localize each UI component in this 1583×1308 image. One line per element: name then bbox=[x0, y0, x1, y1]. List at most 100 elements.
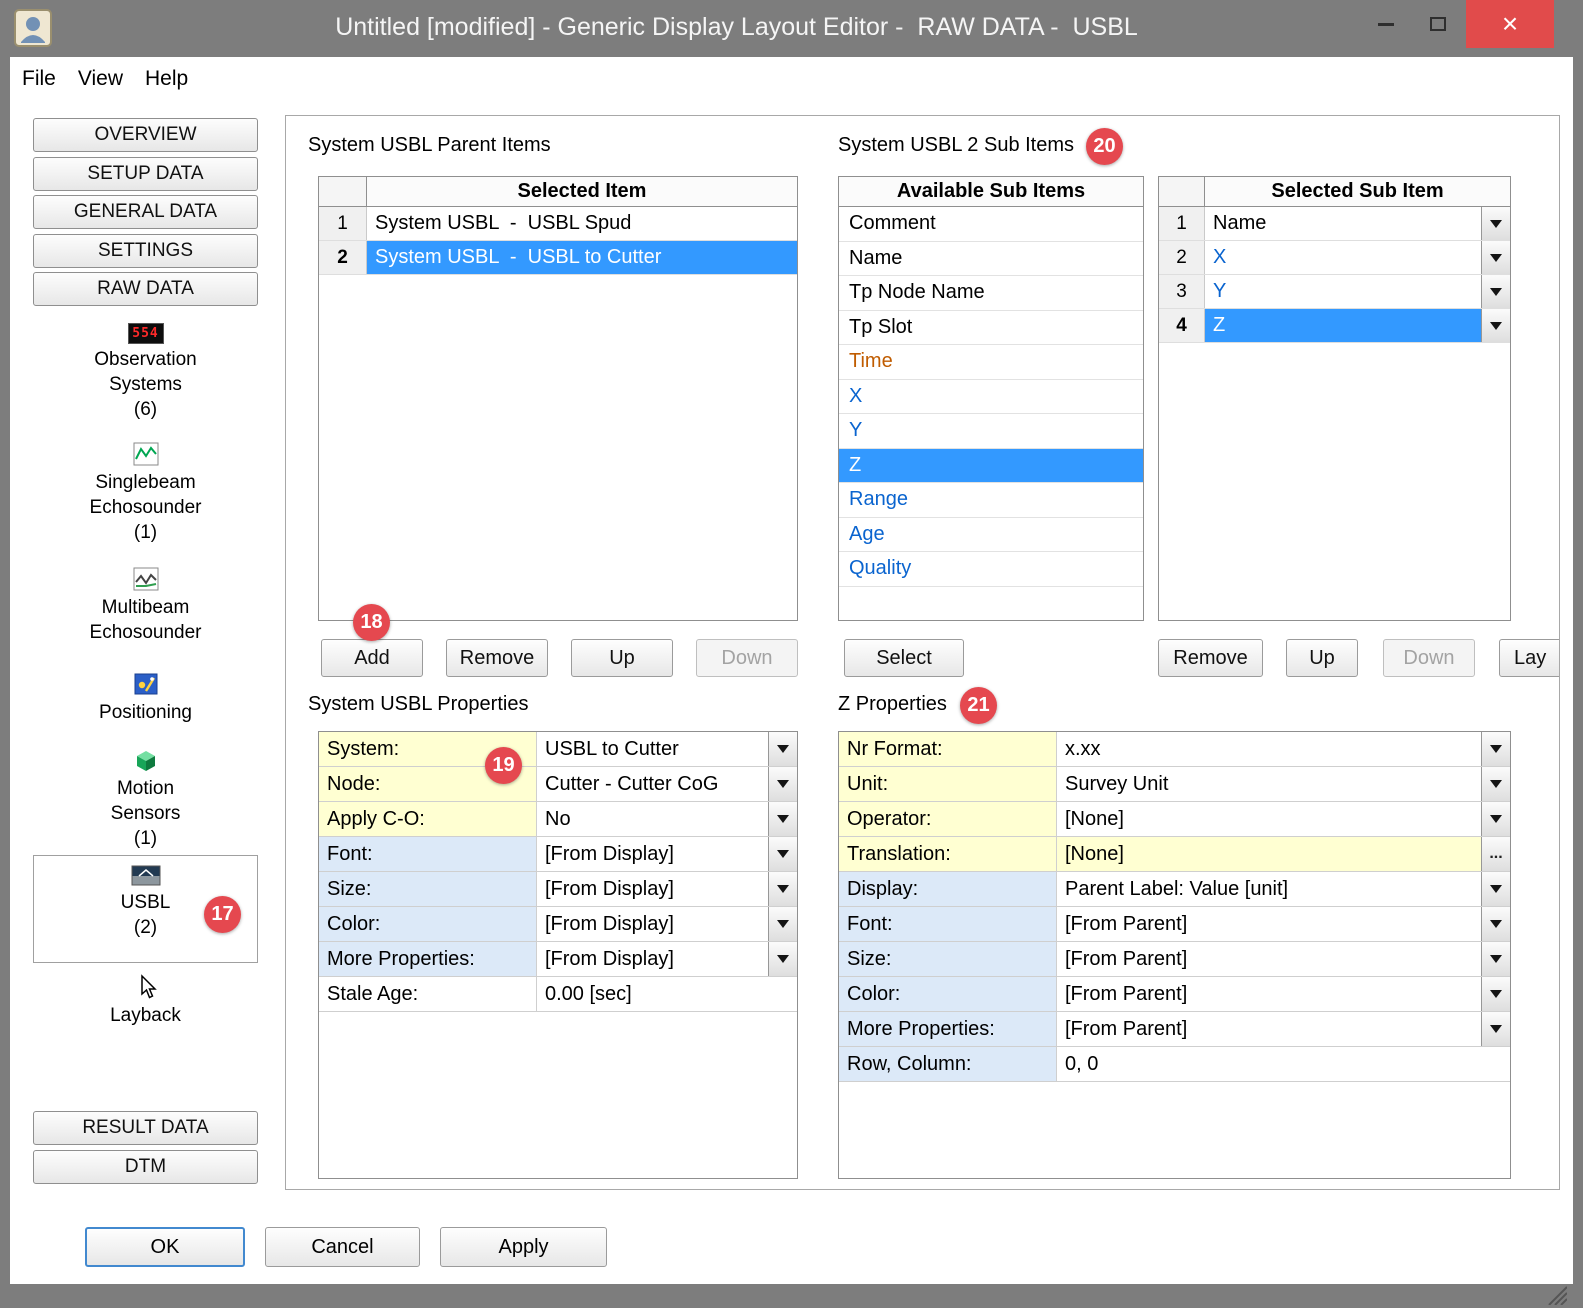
sidebar-item-overview[interactable]: OVERVIEW bbox=[33, 118, 258, 152]
remove-sub-item-button[interactable]: Remove bbox=[1158, 639, 1263, 677]
sidebar-item-setup-data[interactable]: SETUP DATA bbox=[33, 157, 258, 191]
sidebar-item-multibeam-echosounder[interactable]: Multibeam Echosounder bbox=[33, 566, 258, 645]
property-row-size: Size: [From Parent] bbox=[839, 942, 1510, 977]
translation-field[interactable]: [None] ... bbox=[1057, 837, 1510, 871]
row-value[interactable]: Y bbox=[1205, 275, 1510, 308]
minimize-button[interactable] bbox=[1362, 0, 1410, 48]
device-label: Positioning bbox=[33, 700, 258, 725]
property-row-color: Color: [From Parent] bbox=[839, 977, 1510, 1012]
list-item-name[interactable]: Name bbox=[839, 242, 1143, 277]
dropdown-arrow-icon[interactable] bbox=[768, 767, 797, 801]
up-sub-item-button[interactable]: Up bbox=[1286, 639, 1358, 677]
dropdown-arrow-icon[interactable] bbox=[768, 872, 797, 906]
ellipsis-button[interactable]: ... bbox=[1481, 837, 1510, 871]
unit-select[interactable]: Survey Unit bbox=[1057, 767, 1510, 801]
close-button[interactable]: × bbox=[1466, 0, 1554, 48]
table-row[interactable]: 1 Name bbox=[1159, 207, 1510, 241]
ok-button[interactable]: OK bbox=[85, 1227, 245, 1267]
dropdown-arrow-icon[interactable] bbox=[1481, 802, 1510, 836]
dropdown-arrow-icon[interactable] bbox=[768, 837, 797, 871]
nr-format-select[interactable]: x.xx bbox=[1057, 732, 1510, 766]
row-value[interactable]: System USBL - USBL to Cutter bbox=[367, 241, 797, 274]
sidebar-item-raw-data[interactable]: RAW DATA bbox=[33, 272, 258, 306]
dropdown-arrow-icon[interactable] bbox=[1481, 907, 1510, 941]
dropdown-arrow-icon[interactable] bbox=[1481, 1012, 1510, 1046]
dropdown-arrow-icon[interactable] bbox=[1481, 207, 1510, 240]
list-item-range[interactable]: Range bbox=[839, 483, 1143, 518]
stale-age-field[interactable]: 0.00 [sec] bbox=[537, 977, 797, 1011]
sidebar-item-layback[interactable]: Layback bbox=[33, 974, 258, 1028]
dropdown-arrow-icon[interactable] bbox=[768, 942, 797, 976]
list-item-tp-node-name[interactable]: Tp Node Name bbox=[839, 276, 1143, 311]
up-button[interactable]: Up bbox=[571, 639, 673, 677]
size-select[interactable]: [From Parent] bbox=[1057, 942, 1510, 976]
color-select[interactable]: [From Parent] bbox=[1057, 977, 1510, 1011]
sidebar-item-usbl[interactable]: USBL (2) 17 bbox=[33, 855, 258, 963]
sidebar-item-observation-systems[interactable]: 554 Observation Systems (6) bbox=[33, 323, 258, 422]
list-item-age[interactable]: Age bbox=[839, 518, 1143, 553]
row-column-field[interactable]: 0, 0 bbox=[1057, 1047, 1510, 1081]
more-properties-select[interactable]: [From Display] bbox=[537, 942, 797, 976]
table-row[interactable]: 3 Y bbox=[1159, 275, 1510, 309]
sidebar-item-dtm[interactable]: DTM bbox=[33, 1150, 258, 1184]
maximize-button[interactable] bbox=[1414, 0, 1462, 48]
list-item-quality[interactable]: Quality bbox=[839, 552, 1143, 587]
dropdown-arrow-icon[interactable] bbox=[1481, 275, 1510, 308]
list-item-comment[interactable]: Comment bbox=[839, 207, 1143, 242]
operator-select[interactable]: [None] bbox=[1057, 802, 1510, 836]
row-value[interactable]: Z bbox=[1205, 309, 1510, 342]
more-properties-select[interactable]: [From Parent] bbox=[1057, 1012, 1510, 1046]
property-row-node: Node: Cutter - Cutter CoG bbox=[319, 767, 797, 802]
list-item-z-selected[interactable]: Z bbox=[839, 449, 1143, 484]
resize-grip[interactable] bbox=[1547, 1285, 1567, 1305]
menu-file[interactable]: File bbox=[22, 67, 56, 91]
apply-co-select[interactable]: No bbox=[537, 802, 797, 836]
dropdown-arrow-icon[interactable] bbox=[1481, 309, 1510, 342]
font-select[interactable]: [From Display] bbox=[537, 837, 797, 871]
apply-button[interactable]: Apply bbox=[440, 1227, 607, 1267]
system-select[interactable]: USBL to Cutter bbox=[537, 732, 797, 766]
sidebar-item-settings[interactable]: SETTINGS bbox=[33, 234, 258, 268]
device-label: Multibeam bbox=[33, 595, 258, 620]
dropdown-arrow-icon[interactable] bbox=[768, 907, 797, 941]
table-row[interactable]: 1 System USBL - USBL Spud bbox=[319, 207, 797, 241]
dropdown-arrow-icon[interactable] bbox=[1481, 732, 1510, 766]
row-value[interactable]: Name bbox=[1205, 207, 1510, 240]
table-row-selected[interactable]: 4 Z bbox=[1159, 309, 1510, 343]
dropdown-arrow-icon[interactable] bbox=[768, 802, 797, 836]
dropdown-arrow-icon[interactable] bbox=[768, 732, 797, 766]
dropdown-arrow-icon[interactable] bbox=[1481, 241, 1510, 274]
dropdown-arrow-icon[interactable] bbox=[1481, 977, 1510, 1011]
dropdown-arrow-icon[interactable] bbox=[1481, 942, 1510, 976]
cancel-button[interactable]: Cancel bbox=[265, 1227, 420, 1267]
annotation-badge-19: 19 bbox=[485, 747, 522, 784]
sidebar-item-positioning[interactable]: Positioning bbox=[33, 671, 258, 725]
table-row-selected[interactable]: 2 System USBL - USBL to Cutter bbox=[319, 241, 797, 275]
row-value[interactable]: X bbox=[1205, 241, 1510, 274]
menu-help[interactable]: Help bbox=[145, 67, 188, 91]
display-select[interactable]: Parent Label: Value [unit] bbox=[1057, 872, 1510, 906]
list-item-x[interactable]: X bbox=[839, 380, 1143, 415]
list-item-time[interactable]: Time bbox=[839, 345, 1143, 380]
select-button[interactable]: Select bbox=[844, 639, 964, 677]
lay-button-clipped[interactable]: Lay bbox=[1499, 639, 1560, 677]
add-button[interactable]: Add bbox=[321, 639, 423, 677]
sidebar-item-singlebeam-echosounder[interactable]: Singlebeam Echosounder (1) bbox=[33, 441, 258, 545]
list-item-tp-slot[interactable]: Tp Slot bbox=[839, 311, 1143, 346]
sidebar-item-general-data[interactable]: GENERAL DATA bbox=[33, 195, 258, 229]
dropdown-arrow-icon[interactable] bbox=[1481, 767, 1510, 801]
row-value[interactable]: System USBL - USBL Spud bbox=[367, 207, 797, 240]
titlebar[interactable]: Untitled [modified] - Generic Display La… bbox=[0, 0, 1583, 57]
remove-button[interactable]: Remove bbox=[446, 639, 548, 677]
menu-view[interactable]: View bbox=[78, 67, 123, 91]
table-row[interactable]: 2 X bbox=[1159, 241, 1510, 275]
sidebar-item-motion-sensors[interactable]: Motion Sensors (1) bbox=[33, 747, 258, 851]
color-select[interactable]: [From Display] bbox=[537, 907, 797, 941]
dropdown-arrow-icon[interactable] bbox=[1481, 872, 1510, 906]
list-item-y[interactable]: Y bbox=[839, 414, 1143, 449]
font-select[interactable]: [From Parent] bbox=[1057, 907, 1510, 941]
size-select[interactable]: [From Display] bbox=[537, 872, 797, 906]
node-select[interactable]: Cutter - Cutter CoG bbox=[537, 767, 797, 801]
usbl-icon bbox=[131, 864, 161, 887]
sidebar-item-result-data[interactable]: RESULT DATA bbox=[33, 1111, 258, 1145]
